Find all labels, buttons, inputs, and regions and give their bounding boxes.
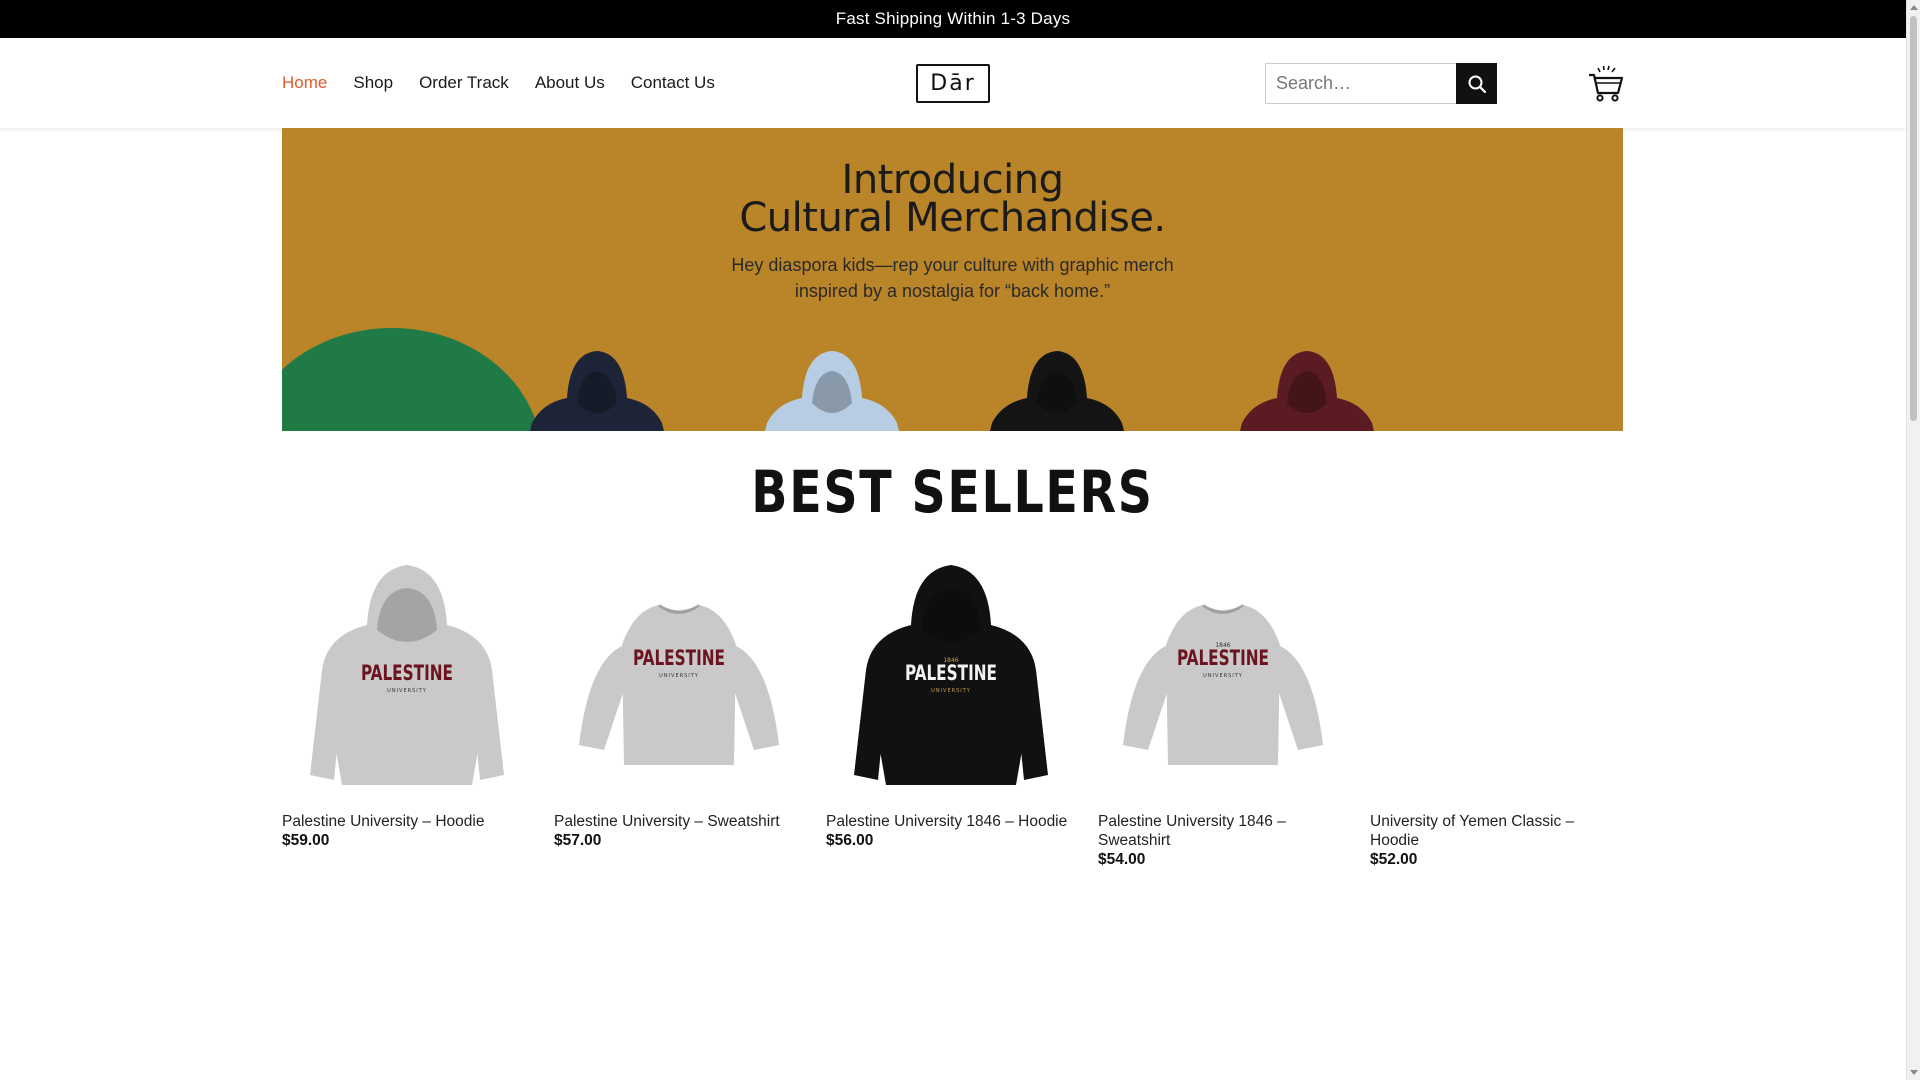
- product-price: $52.00: [1370, 851, 1418, 868]
- scroll-up-arrow[interactable]: [1910, 5, 1918, 10]
- main-nav: Home Shop Order Track About Us Contact U…: [282, 38, 741, 128]
- product-card[interactable]: 1846 PALESTINE UNIVERSITY Palestine Univers…: [826, 550, 1076, 869]
- nav-shop[interactable]: Shop: [353, 73, 393, 93]
- site-logo[interactable]: Dār: [916, 64, 990, 103]
- product-image[interactable]: 1846 PALESTINE UNIVERSITY: [826, 550, 1076, 800]
- banner-subtext-line2: inspired by a nostalgia for “back home.”: [794, 281, 1111, 301]
- svg-text:UNIVERSITY: UNIVERSITY: [659, 673, 699, 679]
- announcement-bar: Fast Shipping Within 1-3 Days: [0, 0, 1906, 38]
- vertical-scrollbar[interactable]: [1906, 0, 1920, 1080]
- sweatshirt-illustration: 1846PALESTINEUNIVERSITY: [1123, 603, 1323, 765]
- banner-hoodie: [530, 351, 664, 431]
- product-name[interactable]: Palestine University – Hoodie: [282, 812, 532, 831]
- nav-order-track[interactable]: Order Track: [419, 73, 509, 93]
- svg-text:PALESTINE: PALESTINE: [1177, 645, 1269, 670]
- search-button[interactable]: [1456, 63, 1497, 104]
- svg-text:PALESTINE: PALESTINE: [633, 645, 725, 670]
- product-name[interactable]: Palestine University 1846 – Hoodie: [826, 812, 1076, 831]
- hero-banner[interactable]: Introducing Cultural Merchandise. Hey di…: [282, 128, 1623, 431]
- product-card[interactable]: 1846 PALESTINE UNIVERSITY Palestine Univers…: [1098, 550, 1348, 869]
- search-input[interactable]: [1265, 63, 1456, 104]
- announcement-text: Fast Shipping Within 1-3 Days: [835, 9, 1071, 28]
- cart-button[interactable]: [1588, 64, 1624, 102]
- svg-text:UNIVERSITY: UNIVERSITY: [931, 688, 971, 694]
- banner-hoodie: [990, 351, 1124, 431]
- product-price: $56.00: [826, 832, 874, 849]
- product-price: $54.00: [1098, 851, 1146, 868]
- best-sellers-title: BEST SELLERS: [751, 458, 1154, 526]
- hoodie-illustration: PALESTINE UNIVERSITY: [310, 565, 504, 785]
- svg-text:UNIVERSITY: UNIVERSITY: [1203, 673, 1243, 679]
- product-price: $57.00: [554, 832, 602, 849]
- product-name[interactable]: Palestine University – Sweatshirt: [554, 812, 804, 831]
- scrollbar-thumb[interactable]: [1910, 16, 1917, 421]
- scroll-down-arrow[interactable]: [1910, 1070, 1918, 1075]
- banner-green-shape: [282, 328, 542, 431]
- page: Fast Shipping Within 1-3 Days Home Shop …: [0, 0, 1906, 1080]
- nav-home[interactable]: Home: [282, 73, 327, 93]
- product-card[interactable]: PALESTINE UNIVERSITY Palestine University …: [282, 550, 532, 869]
- svg-text:PALESTINE: PALESTINE: [361, 660, 453, 685]
- product-price: $59.00: [282, 832, 330, 849]
- banner-hoodie: [765, 351, 899, 431]
- product-image[interactable]: PALESTINE UNIVERSITY: [282, 550, 532, 800]
- product-image[interactable]: 1846 PALESTINE UNIVERSITY: [1098, 550, 1348, 800]
- banner-subtext-line1: Hey diaspora kids—rep your culture with …: [731, 255, 1174, 275]
- nav-contact-us[interactable]: Contact Us: [631, 73, 715, 93]
- product-image[interactable]: PALESTINE UNIVERSITY: [554, 550, 804, 800]
- cart-icon: [1589, 65, 1624, 102]
- site-header: Home Shop Order Track About Us Contact U…: [0, 38, 1906, 128]
- banner-heading-line2: Cultural Merchandise.: [739, 195, 1166, 241]
- product-card[interactable]: University of Yemen Classic – Hoodie $52.…: [1370, 550, 1620, 869]
- nav-about-us[interactable]: About Us: [535, 73, 605, 93]
- hoodie-illustration: 1846PALESTINEUNIVERSITY: [854, 565, 1048, 785]
- product-name[interactable]: University of Yemen Classic – Hoodie: [1370, 812, 1620, 850]
- svg-text:PALESTINE: PALESTINE: [905, 660, 997, 685]
- banner-heading-line1: Introducing: [841, 157, 1064, 203]
- search-form: [1265, 63, 1497, 104]
- product-name[interactable]: Palestine University 1846 – Sweatshirt: [1098, 812, 1348, 850]
- banner-hoodie: [1240, 351, 1374, 431]
- search-icon: [1468, 75, 1486, 93]
- product-image[interactable]: [1370, 550, 1620, 800]
- product-grid: PALESTINE UNIVERSITY Palestine University …: [282, 550, 1642, 869]
- product-card[interactable]: PALESTINE UNIVERSITY Palestine University …: [554, 550, 804, 869]
- svg-text:UNIVERSITY: UNIVERSITY: [387, 688, 427, 694]
- sweatshirt-illustration: PALESTINE UNIVERSITY: [579, 603, 779, 765]
